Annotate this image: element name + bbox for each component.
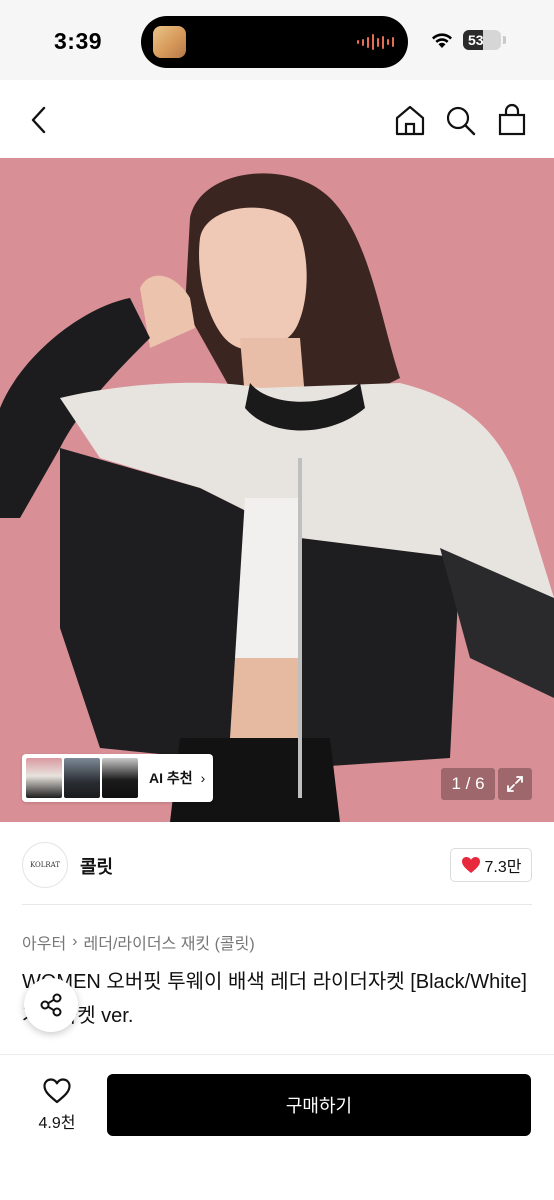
store-like-count: 7.3만 bbox=[484, 859, 522, 876]
audio-wave-icon bbox=[357, 34, 394, 50]
share-icon bbox=[40, 993, 62, 1017]
expand-icon bbox=[507, 776, 523, 792]
home-icon bbox=[395, 105, 425, 136]
ai-recommend-chip[interactable]: AI 추천 › bbox=[22, 754, 213, 802]
battery-percent: 53 bbox=[468, 32, 484, 48]
search-icon bbox=[446, 106, 476, 136]
ai-thumbnail-2 bbox=[64, 758, 100, 798]
ai-thumbnail-3 bbox=[102, 758, 138, 798]
breadcrumb-subcategory[interactable]: 레더/라이더스 재킷 (콜릿) bbox=[84, 930, 255, 954]
breadcrumb-separator-icon: › bbox=[72, 933, 78, 950]
battery-cap bbox=[503, 36, 506, 44]
back-button[interactable] bbox=[22, 100, 58, 140]
wifi-icon bbox=[432, 33, 452, 48]
divider bbox=[22, 904, 532, 905]
heart-outline-icon bbox=[43, 1078, 71, 1104]
chevron-right-icon: › bbox=[200, 770, 206, 786]
seller-name[interactable]: 콜릿 bbox=[80, 853, 113, 879]
status-bar: 3:39 53 bbox=[0, 0, 554, 80]
seller-row[interactable]: KOLRAT 콜릿 7.3만 bbox=[0, 822, 554, 908]
seller-logo[interactable]: KOLRAT bbox=[22, 842, 68, 888]
heart-filled-icon bbox=[461, 857, 480, 873]
bottom-action-bar: 4.9천 구매하기 bbox=[0, 1054, 554, 1200]
shopping-bag-icon bbox=[498, 103, 526, 136]
store-like-button[interactable]: 7.3만 bbox=[450, 848, 532, 882]
battery-icon: 53 bbox=[463, 30, 501, 50]
image-pager: 1 / 6 bbox=[441, 768, 495, 800]
buy-button[interactable]: 구매하기 bbox=[107, 1074, 531, 1136]
product-title: WOMEN 오버핏 투웨이 배색 레더 라이더자켓 [Black/White] … bbox=[22, 971, 527, 1027]
seller-logo-text: KOLRAT bbox=[29, 861, 61, 869]
search-button[interactable] bbox=[442, 100, 478, 140]
now-playing-thumbnail bbox=[153, 26, 186, 58]
status-time: 3:39 bbox=[54, 28, 103, 54]
chevron-left-icon bbox=[31, 106, 46, 134]
breadcrumb: 아우터 › 레더/라이더스 재킷 (콜릿) bbox=[22, 930, 255, 954]
ai-chip-label: AI 추천 bbox=[149, 770, 193, 786]
share-button[interactable] bbox=[24, 978, 78, 1032]
top-nav bbox=[0, 80, 554, 158]
expand-button[interactable] bbox=[498, 768, 532, 800]
status-icons: 53 bbox=[430, 30, 506, 50]
home-button[interactable] bbox=[392, 100, 428, 140]
wishlist-count: 4.9천 bbox=[38, 1115, 76, 1132]
ai-thumbnail-1 bbox=[26, 758, 62, 798]
wishlist-button[interactable]: 4.9천 bbox=[28, 1077, 86, 1137]
breadcrumb-category[interactable]: 아우터 bbox=[22, 930, 66, 954]
product-image-carousel[interactable]: AI 추천 › 1 / 6 bbox=[0, 158, 554, 822]
cart-button[interactable] bbox=[494, 100, 530, 140]
product-photo bbox=[0, 158, 554, 822]
dynamic-island[interactable] bbox=[141, 16, 408, 68]
